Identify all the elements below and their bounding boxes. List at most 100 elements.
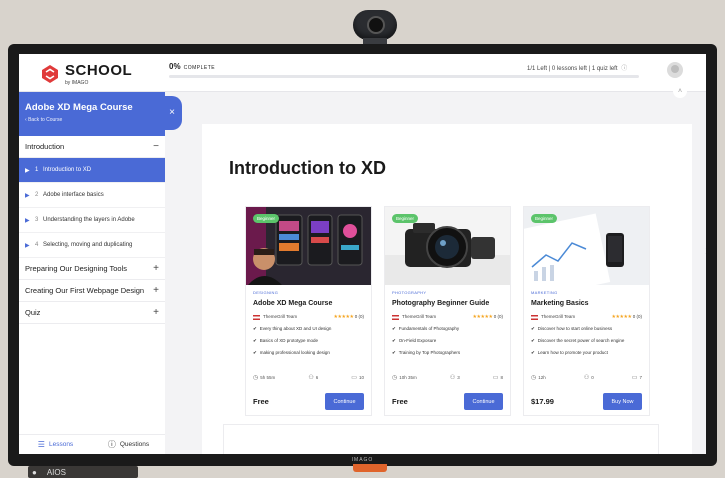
logo-mark-icon [41, 64, 59, 84]
lessons-count: ▭ 8 [493, 374, 503, 381]
students-text: 3 [457, 375, 460, 380]
feature-list: Fundamentals of Photography On-Field Exp… [392, 326, 503, 356]
back-to-course-link[interactable]: ‹ Back to Course [25, 117, 159, 123]
flag-icon [253, 314, 260, 320]
section-quiz[interactable]: Quiz + [19, 302, 165, 324]
feature-item: Every thing about XD and UI design [253, 326, 364, 332]
course-card[interactable]: Beginner PHOTOGRAPHY Photography Beginne… [384, 206, 511, 416]
card-category[interactable]: MARKETING [531, 290, 642, 295]
play-icon: ▶ [25, 167, 30, 174]
section-label: Introduction [25, 142, 65, 151]
review-count: 0 (0) [493, 314, 503, 319]
section-introduction[interactable]: Introduction − [19, 136, 165, 158]
students-text: 6 [315, 375, 319, 380]
brand-logo[interactable]: SCHOOL by IMAGO [41, 62, 132, 86]
webcam [349, 8, 401, 50]
card-body: DESIGNING Adobe XD Mega Course ThemeGril… [246, 285, 371, 361]
brand-by: by IMAGO [65, 80, 89, 86]
card-title[interactable]: Adobe XD Mega Course [253, 300, 364, 307]
card-title[interactable]: Photography Beginner Guide [392, 300, 503, 307]
level-badge: Beginner [392, 214, 419, 223]
collapse-icon[interactable]: − [153, 141, 159, 152]
review-count: 0 (0) [632, 314, 642, 319]
review-count: 0 (0) [354, 314, 364, 319]
card-price: Free [253, 397, 269, 406]
author-name: ThemeGrill Team [541, 314, 576, 320]
course-stats-text: 1/1 Left | 0 lessons left | 1 quiz left [527, 66, 618, 72]
feature-item: making professional looking design [253, 350, 364, 356]
lesson-number: 3 [35, 217, 39, 223]
lesson-label: Selecting, moving and duplicating [43, 242, 133, 248]
continue-button[interactable]: Continue [325, 393, 364, 410]
course-card[interactable]: Beginner MARKETING Marketing Basics Them… [523, 206, 650, 416]
lesson-item-2[interactable]: ▶ 2 Adobe interface basics [19, 183, 165, 208]
lessons-text: 10 [358, 375, 364, 380]
course-card[interactable]: Beginner DESIGNING Adobe XD Mega Course … [245, 206, 372, 416]
progress-symbol: % [173, 62, 181, 71]
sidebar-tabs: ☰ Lessons ⓘ Questions [19, 434, 165, 454]
tab-lessons[interactable]: ☰ Lessons [19, 435, 92, 454]
lesson-item-3[interactable]: ▶ 3 Understanding the layers in Adobe [19, 208, 165, 233]
content-lower-panel [223, 424, 659, 454]
course-progress: 0% COMPLETE [169, 62, 639, 78]
lesson-item-1[interactable]: ▶ 1 Introduction to XD [19, 158, 165, 183]
duration: ◷ 12h [531, 374, 546, 381]
feature-item: Discover how to start online business [531, 326, 642, 332]
section-label: Quiz [25, 308, 41, 317]
lesson-item-4[interactable]: ▶ 4 Selecting, moving and duplicating [19, 233, 165, 258]
section-first-webpage[interactable]: Creating Our First Webpage Design + [19, 280, 165, 302]
course-thumbnail-camera: Beginner [385, 207, 510, 285]
section-label: Creating Our First Webpage Design [25, 286, 145, 295]
user-avatar[interactable] [667, 62, 683, 78]
feature-item: Learn how to promote your product [531, 350, 642, 356]
card-author: ThemeGrill Team [531, 314, 576, 320]
card-title[interactable]: Marketing Basics [531, 300, 642, 307]
course-title: Adobe XD Mega Course [25, 102, 133, 113]
lessons-text: 8 [500, 375, 503, 380]
tab-questions[interactable]: ⓘ Questions [92, 435, 165, 454]
lessons-count: ▭ 7 [632, 374, 642, 381]
level-badge: Beginner [531, 214, 558, 223]
progress-label: COMPLETE [183, 65, 216, 71]
card-price: Free [392, 397, 408, 406]
progress-track [169, 75, 639, 78]
expand-icon[interactable]: + [153, 285, 159, 296]
lesson-label: Adobe interface basics [43, 192, 104, 198]
card-meta: ThemeGrill Team ★★★★★ 0 (0) [392, 314, 503, 320]
card-category[interactable]: PHOTOGRAPHY [392, 290, 503, 295]
card-author: ThemeGrill Team [253, 314, 298, 320]
progress-text: 0% COMPLETE [169, 62, 569, 71]
collapse-chevron-up-icon[interactable]: ˄ [673, 88, 687, 98]
monitor-stand [353, 464, 387, 472]
students: ⚇ 3 [450, 374, 460, 381]
desk-device: ● AIOS [28, 466, 138, 478]
lesson-label: Understanding the layers in Adobe [43, 217, 135, 223]
card-facts: ◷ 10h 35m ⚇ 3 ▭ 8 [392, 374, 503, 381]
course-stats: 1/1 Left | 0 lessons left | 1 quiz left … [527, 63, 627, 72]
list-icon: ☰ [37, 440, 45, 449]
play-icon: ▶ [25, 242, 30, 249]
card-facts: ◷ 5h 55m ⚇ 6 ▭ 10 [253, 374, 364, 381]
card-category[interactable]: DESIGNING [253, 290, 364, 295]
author-name: ThemeGrill Team [263, 314, 298, 320]
screen: SCHOOL by IMAGO 0% COMPLETE 1/1 Left | 0 … [19, 54, 706, 454]
course-thumbnail-xd: Beginner [246, 207, 371, 285]
expand-icon[interactable]: + [153, 263, 159, 274]
card-body: PHOTOGRAPHY Photography Beginner Guide T… [385, 285, 510, 361]
expand-icon[interactable]: + [153, 307, 159, 318]
buy-now-button[interactable]: Buy Now [603, 393, 642, 410]
section-preparing-tools[interactable]: Preparing Our Designing Tools + [19, 258, 165, 280]
card-rating: ★★★★★ 0 (0) [612, 314, 642, 320]
brand-name: SCHOOL [65, 62, 133, 79]
clock-icon: ◷ [253, 375, 259, 381]
continue-button[interactable]: Continue [464, 393, 503, 410]
duration-text: 10h 35m [399, 375, 417, 380]
close-sidebar-button[interactable]: × [162, 96, 182, 130]
students: ⚇ 6 [308, 374, 318, 381]
next-lesson-chevron-right-icon[interactable]: › [705, 242, 706, 258]
info-icon[interactable]: ⓘ [621, 66, 627, 72]
author-name: ThemeGrill Team [402, 314, 437, 320]
tab-label: Lessons [48, 441, 74, 448]
card-price: $17.99 [531, 397, 554, 406]
users-icon: ⚇ [308, 375, 314, 381]
